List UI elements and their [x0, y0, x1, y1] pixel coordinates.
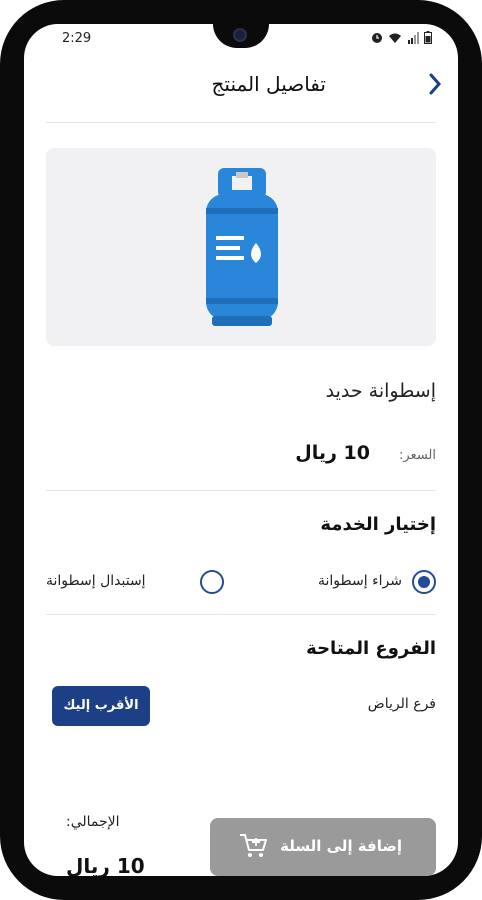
signal-icon: [408, 31, 419, 44]
product-image-container: [46, 148, 436, 346]
battery-icon: [424, 31, 432, 44]
page-title: تفاصيل المنتج: [211, 72, 327, 96]
service-heading: إختيار الخدمة: [320, 514, 436, 535]
side-button-right: [476, 186, 482, 256]
total-label: الإجمالي:: [66, 814, 120, 830]
radio-buy-cylinder[interactable]: [412, 570, 436, 594]
header-divider: [46, 122, 436, 123]
status-bar: 2:29: [54, 30, 432, 48]
chevron-left-icon: [429, 73, 442, 95]
radio-exchange-label: إستبدال إسطوانة: [46, 573, 146, 589]
nearest-branch-button[interactable]: الأقرب إليك: [52, 686, 150, 726]
branch-name[interactable]: فرع الرياض: [368, 696, 436, 712]
add-to-cart-button[interactable]: إضافة إلى السلة: [210, 818, 436, 876]
price-label: السعر:: [399, 448, 436, 463]
branches-heading: الفروع المتاحة: [306, 638, 436, 659]
total-value: 10 ريال: [66, 854, 145, 876]
radio-buy-label: شراء إسطوانة: [317, 573, 402, 589]
add-to-cart-label: إضافة إلى السلة: [280, 837, 402, 855]
status-time: 2:29: [62, 31, 92, 46]
cart-icon: [240, 834, 267, 857]
side-button-left-2: [0, 258, 6, 320]
back-button[interactable]: [428, 72, 442, 102]
app-header: تفاصيل المنتج: [24, 62, 458, 118]
divider-1: [46, 490, 436, 491]
alarm-icon: [372, 32, 382, 43]
product-name: إسطوانة حديد: [325, 380, 436, 402]
wifi-icon: [389, 33, 401, 43]
price-value: 10 ريال: [295, 442, 370, 464]
status-icons: [371, 31, 432, 44]
phone-frame: 2:29 تفاصيل المنتج إسطوانة حديد السعر: 1…: [0, 0, 482, 900]
side-button-left: [0, 190, 6, 234]
app-screen: 2:29 تفاصيل المنتج إسطوانة حديد السعر: 1…: [24, 24, 458, 876]
divider-2: [46, 614, 436, 615]
gas-cylinder-image: [206, 168, 278, 326]
radio-exchange-cylinder[interactable]: [200, 570, 224, 594]
